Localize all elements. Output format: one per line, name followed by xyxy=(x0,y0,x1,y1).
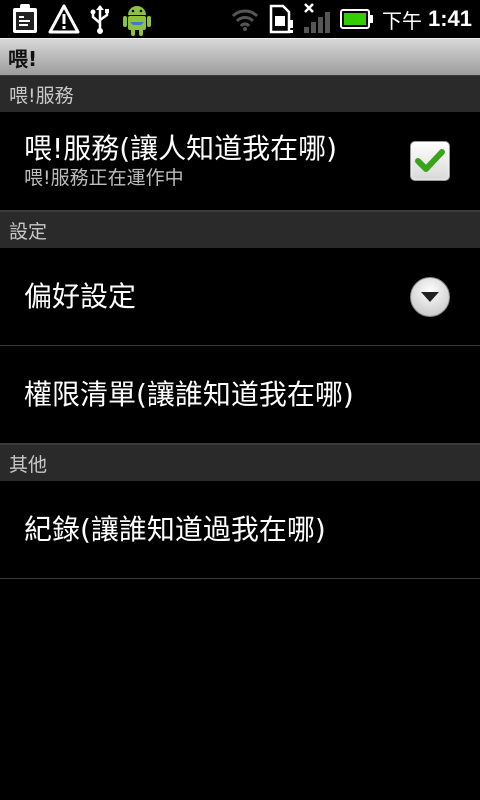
service-title: 喂!服務(讓人知道我在哪) xyxy=(24,132,338,165)
permissions-title: 權限清單(讓誰知道我在哪) xyxy=(24,377,354,411)
app-title: 喂! xyxy=(8,46,38,71)
android-icon xyxy=(120,1,154,37)
preferences-dropdown[interactable] xyxy=(410,276,450,317)
battery-icon xyxy=(339,8,374,30)
signal-icon xyxy=(302,3,332,35)
category-service-header: 喂!服務 xyxy=(0,75,480,112)
status-bar: 下午 1:41 xyxy=(0,0,480,38)
service-toggle-row[interactable]: 喂!服務(讓人知道我在哪) 喂!服務正在運作中 xyxy=(0,112,480,211)
checkmark-icon xyxy=(415,149,445,172)
warning-icon xyxy=(48,4,80,34)
sim-card-icon xyxy=(268,4,294,34)
category-other-header: 其他 xyxy=(0,444,480,481)
category-label: 設定 xyxy=(9,220,48,243)
usb-icon xyxy=(88,3,112,35)
log-title: 紀錄(讓誰知道過我在哪) xyxy=(24,512,326,546)
permissions-list-item[interactable]: 權限清單(讓誰知道我在哪) xyxy=(0,346,480,444)
preferences-item[interactable]: 偏好設定 xyxy=(0,248,480,346)
service-checkbox[interactable] xyxy=(410,141,450,181)
status-time: 1:41 xyxy=(427,6,472,31)
category-label: 其他 xyxy=(9,453,48,476)
preferences-title: 偏好設定 xyxy=(24,279,137,313)
clipboard-icon xyxy=(10,3,40,35)
log-item[interactable]: 紀錄(讓誰知道過我在哪) xyxy=(0,481,480,579)
category-settings-header: 設定 xyxy=(0,211,480,248)
service-summary: 喂!服務正在運作中 xyxy=(24,167,184,189)
chevron-down-icon xyxy=(421,291,439,302)
app-title-bar: 喂! xyxy=(0,38,480,75)
category-label: 喂!服務 xyxy=(9,84,74,107)
time-ampm: 下午 xyxy=(381,8,422,33)
wifi-icon xyxy=(230,6,260,32)
